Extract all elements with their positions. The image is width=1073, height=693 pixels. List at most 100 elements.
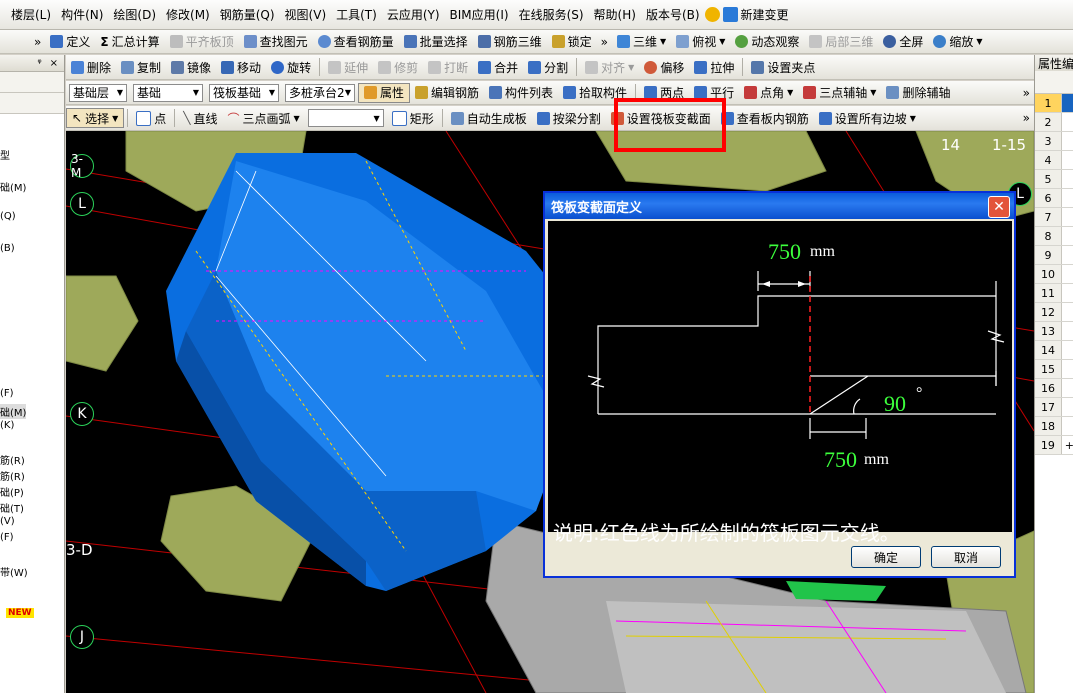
property-row[interactable]: 9 [1035, 246, 1073, 265]
dynamic-orbit-button[interactable]: 动态观察 [730, 32, 804, 52]
menu-help[interactable]: 帮助(H) [589, 6, 641, 23]
toolbar-overflow-icon[interactable]: » [30, 35, 45, 49]
menu-draw[interactable]: 绘图(D) [108, 6, 161, 23]
three-point-aux-button[interactable]: 三点辅轴 ▼ [798, 83, 881, 103]
menu-cloud[interactable]: 云应用(Y) [382, 6, 445, 23]
three-d-button[interactable]: 三维 ▼ [612, 32, 671, 52]
property-button[interactable]: 属性 [358, 82, 411, 103]
property-row[interactable]: 6 [1035, 189, 1073, 208]
menu-modify[interactable]: 修改(M) [161, 6, 215, 23]
property-row[interactable]: 2 [1035, 113, 1073, 132]
offset-button[interactable]: 偏移 [639, 57, 689, 77]
view-slab-rebar-button[interactable]: 查看板内钢筋 [716, 108, 814, 128]
property-row[interactable]: 15 [1035, 360, 1073, 379]
menu-view[interactable]: 视图(V) [280, 6, 332, 23]
tree-item[interactable]: 筋(R) [0, 452, 25, 467]
menu-version[interactable]: 版本号(B) [641, 6, 705, 23]
select-button[interactable]: ↖ 选择 ▼ [66, 108, 125, 128]
delete-button[interactable]: 删除 [66, 57, 116, 77]
property-row[interactable]: 11 [1035, 284, 1073, 303]
property-row[interactable]: 7 [1035, 208, 1073, 227]
layer-select[interactable]: 基础层 ▼ [69, 83, 127, 102]
property-row[interactable]: 12 [1035, 303, 1073, 322]
tree-item[interactable]: 础(M) [0, 179, 26, 194]
merge-button[interactable]: 合并 [473, 57, 523, 77]
menu-floor[interactable]: 楼层(L) [6, 6, 56, 23]
set-all-slope-button[interactable]: 设置所有边坡 ▼ [814, 108, 921, 128]
toolbar-overflow-icon-3[interactable]: » [1019, 86, 1034, 100]
set-grip-button[interactable]: 设置夹点 [746, 57, 820, 77]
expand-icon[interactable]: + [1065, 439, 1073, 452]
menu-online[interactable]: 在线服务(S) [514, 6, 589, 23]
view-rebar-qty-button[interactable]: 查看钢筋量 [313, 32, 399, 52]
split-by-beam-button[interactable]: 按梁分割 [532, 108, 606, 128]
auto-generate-slab-button[interactable]: 自动生成板 [446, 108, 532, 128]
tree-item[interactable]: 筋(R) [0, 468, 25, 483]
point-angle-button[interactable]: 点角 ▼ [739, 83, 798, 103]
mirror-button[interactable]: 镜像 [166, 57, 216, 77]
sum-button[interactable]: Σ 汇总计算 [95, 32, 164, 52]
member-list-button[interactable]: 构件列表 [484, 83, 558, 103]
tree-item[interactable]: (F) [0, 532, 14, 543]
property-row[interactable]: 13 [1035, 322, 1073, 341]
category-select[interactable]: 基础 ▼ [133, 83, 203, 102]
partial-3d-button[interactable]: 局部三维 [804, 32, 878, 52]
property-row[interactable]: 14 [1035, 341, 1073, 360]
helmet-icon[interactable] [704, 7, 720, 22]
rebar-3d-button[interactable]: 钢筋三维 [473, 32, 547, 52]
member-select[interactable]: 多桩承台2 ▼ [285, 83, 355, 102]
toolbar-overflow-icon-4[interactable]: » [1019, 111, 1034, 125]
close-icon[interactable]: ✕ [988, 196, 1010, 218]
tree-item[interactable]: 础(M) [0, 404, 27, 419]
menu-member[interactable]: 构件(N) [56, 6, 108, 23]
find-element-button[interactable]: 查找图元 [239, 32, 313, 52]
stretch-button[interactable]: 拉伸 [689, 57, 739, 77]
property-row[interactable]: 4 [1035, 151, 1073, 170]
align-button[interactable]: 对齐 ▼ [580, 57, 639, 77]
property-row[interactable]: 17 [1035, 398, 1073, 417]
copy-button[interactable]: 复制 [116, 57, 166, 77]
tree-item[interactable]: 础(P) [0, 484, 24, 499]
split-button[interactable]: 分割 [523, 57, 573, 77]
tree-item[interactable]: (Q) [0, 211, 16, 222]
ok-button[interactable]: 确定 [851, 546, 921, 568]
pin-icon[interactable]: ᵠ [37, 58, 41, 69]
arc-option-select[interactable]: ▼ [307, 109, 384, 127]
property-row[interactable]: 5 [1035, 170, 1073, 189]
rotate-button[interactable]: 旋转 [266, 57, 316, 77]
lock-button[interactable]: 锁定 [547, 32, 597, 52]
tree-item[interactable]: (F) [0, 388, 14, 399]
property-row[interactable]: 16 [1035, 379, 1073, 398]
point-button[interactable]: 点 [131, 108, 171, 128]
menu-tools[interactable]: 工具(T) [331, 6, 382, 23]
top-view-button[interactable]: 俯视 ▼ [671, 32, 730, 52]
property-row[interactable]: 10 [1035, 265, 1073, 284]
tree-item[interactable]: 型 [0, 147, 10, 162]
break-button[interactable]: 打断 [423, 57, 473, 77]
define-button[interactable]: 定义 [45, 32, 95, 52]
tree-item[interactable]: 础(T) [0, 500, 24, 515]
flush-slab-button[interactable]: 平齐板顶 [165, 32, 239, 52]
property-row[interactable]: 1 [1035, 94, 1073, 113]
zoom-button[interactable]: 缩放 ▼ [928, 32, 987, 52]
toolbar-overflow-icon-2[interactable]: » [597, 35, 612, 49]
fullscreen-button[interactable]: 全屏 [878, 32, 928, 52]
property-row[interactable]: 8 [1035, 227, 1073, 246]
extend-button[interactable]: 延伸 [323, 57, 373, 77]
delete-aux-button[interactable]: 删除辅轴 [881, 83, 955, 103]
rect-button[interactable]: 矩形 [387, 108, 439, 128]
tree-item[interactable]: (V) [0, 516, 15, 527]
tree-item[interactable]: 带(W) [0, 564, 28, 579]
property-row[interactable]: 18 [1035, 417, 1073, 436]
property-row[interactable]: 19+ [1035, 436, 1073, 455]
close-icon[interactable]: × [50, 58, 58, 69]
menu-rebar-qty[interactable]: 钢筋量(Q) [215, 6, 280, 23]
type-select[interactable]: 筏板基础 ▼ [209, 83, 279, 102]
menu-bim[interactable]: BIM应用(I) [445, 6, 514, 23]
tree-item[interactable]: (B) [0, 243, 15, 254]
arc-button[interactable]: ⌒ 三点画弧 ▼ [223, 108, 305, 128]
batch-select-button[interactable]: 批量选择 [399, 32, 473, 52]
cancel-button[interactable]: 取消 [931, 546, 1001, 568]
edit-rebar-button[interactable]: 编辑钢筋 [410, 83, 484, 103]
trim-button[interactable]: 修剪 [373, 57, 423, 77]
